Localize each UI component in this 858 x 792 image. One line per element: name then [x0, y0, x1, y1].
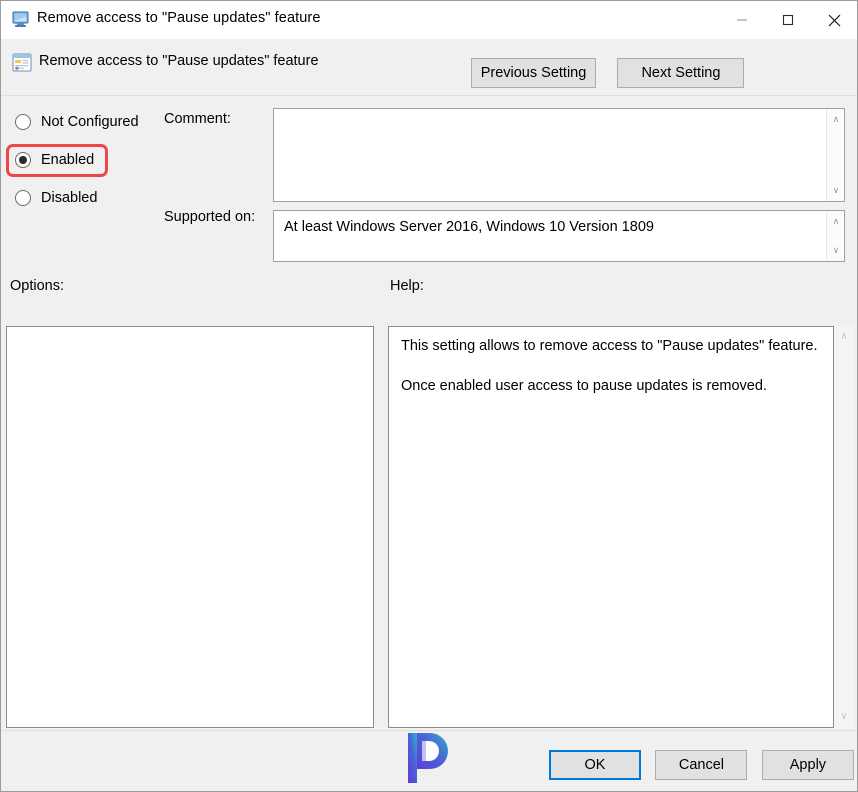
radio-not-configured[interactable]: Not Configured — [15, 109, 165, 135]
help-scrollbar[interactable]: ∧ ∨ — [834, 326, 854, 728]
radio-not-configured-mark — [15, 114, 31, 130]
policy-state-radio-group: Not Configured Enabled Disabled — [15, 109, 165, 211]
chevron-up-icon[interactable]: ∧ — [827, 111, 845, 128]
supported-on-scrollbar[interactable]: ∧ ∨ — [826, 211, 844, 261]
close-button[interactable] — [811, 1, 857, 39]
setting-title: Remove access to "Pause updates" feature — [39, 53, 319, 69]
title-bar: Remove access to "Pause updates" feature — [1, 1, 857, 39]
comment-label: Comment: — [164, 111, 231, 127]
radio-disabled[interactable]: Disabled — [15, 185, 165, 211]
cancel-button[interactable]: Cancel — [655, 750, 748, 780]
help-panel: This setting allows to remove access to … — [388, 326, 834, 728]
chevron-down-icon[interactable]: ∨ — [827, 242, 845, 259]
radio-enabled[interactable]: Enabled — [15, 147, 165, 173]
maximize-button[interactable] — [765, 1, 811, 39]
chevron-down-icon[interactable]: ∨ — [834, 708, 854, 726]
window-title: Remove access to "Pause updates" feature — [37, 10, 321, 26]
ok-button[interactable]: OK — [549, 750, 641, 780]
comment-input[interactable]: ∧ ∨ — [273, 108, 845, 202]
apply-button[interactable]: Apply — [761, 750, 854, 780]
options-panel[interactable] — [6, 326, 374, 728]
supported-on-value: At least Windows Server 2016, Windows 10… — [284, 219, 654, 235]
policy-setting-icon — [12, 53, 32, 72]
computer-monitor-icon — [11, 11, 30, 28]
chevron-up-icon[interactable]: ∧ — [827, 213, 845, 230]
help-paragraph-1: This setting allows to remove access to … — [401, 338, 818, 354]
previous-setting-button[interactable]: Previous Setting — [471, 58, 596, 88]
help-paragraph-2: Once enabled user access to pause update… — [401, 378, 767, 395]
chevron-down-icon[interactable]: ∨ — [827, 182, 845, 199]
radio-not-configured-label: Not Configured — [41, 114, 139, 130]
next-setting-button[interactable]: Next Setting — [617, 58, 745, 88]
radio-enabled-mark — [15, 152, 31, 168]
minimize-button[interactable] — [719, 1, 765, 39]
supported-on-field: At least Windows Server 2016, Windows 10… — [273, 210, 845, 262]
chevron-up-icon[interactable]: ∧ — [834, 328, 854, 346]
comment-scrollbar[interactable]: ∧ ∨ — [826, 109, 844, 201]
options-label: Options: — [10, 278, 64, 294]
navigation-button-group: Previous Setting Next Setting — [471, 58, 745, 88]
radio-enabled-label: Enabled — [41, 152, 95, 168]
supported-on-label: Supported on: — [164, 209, 256, 225]
group-policy-setting-dialog: Remove access to "Pause updates" feature — [0, 0, 858, 792]
caption-button-group — [719, 1, 857, 39]
radio-disabled-mark — [15, 190, 31, 206]
dialog-action-buttons: OK Cancel Apply — [549, 750, 854, 780]
help-label: Help: — [390, 278, 424, 294]
radio-disabled-label: Disabled — [41, 190, 98, 206]
